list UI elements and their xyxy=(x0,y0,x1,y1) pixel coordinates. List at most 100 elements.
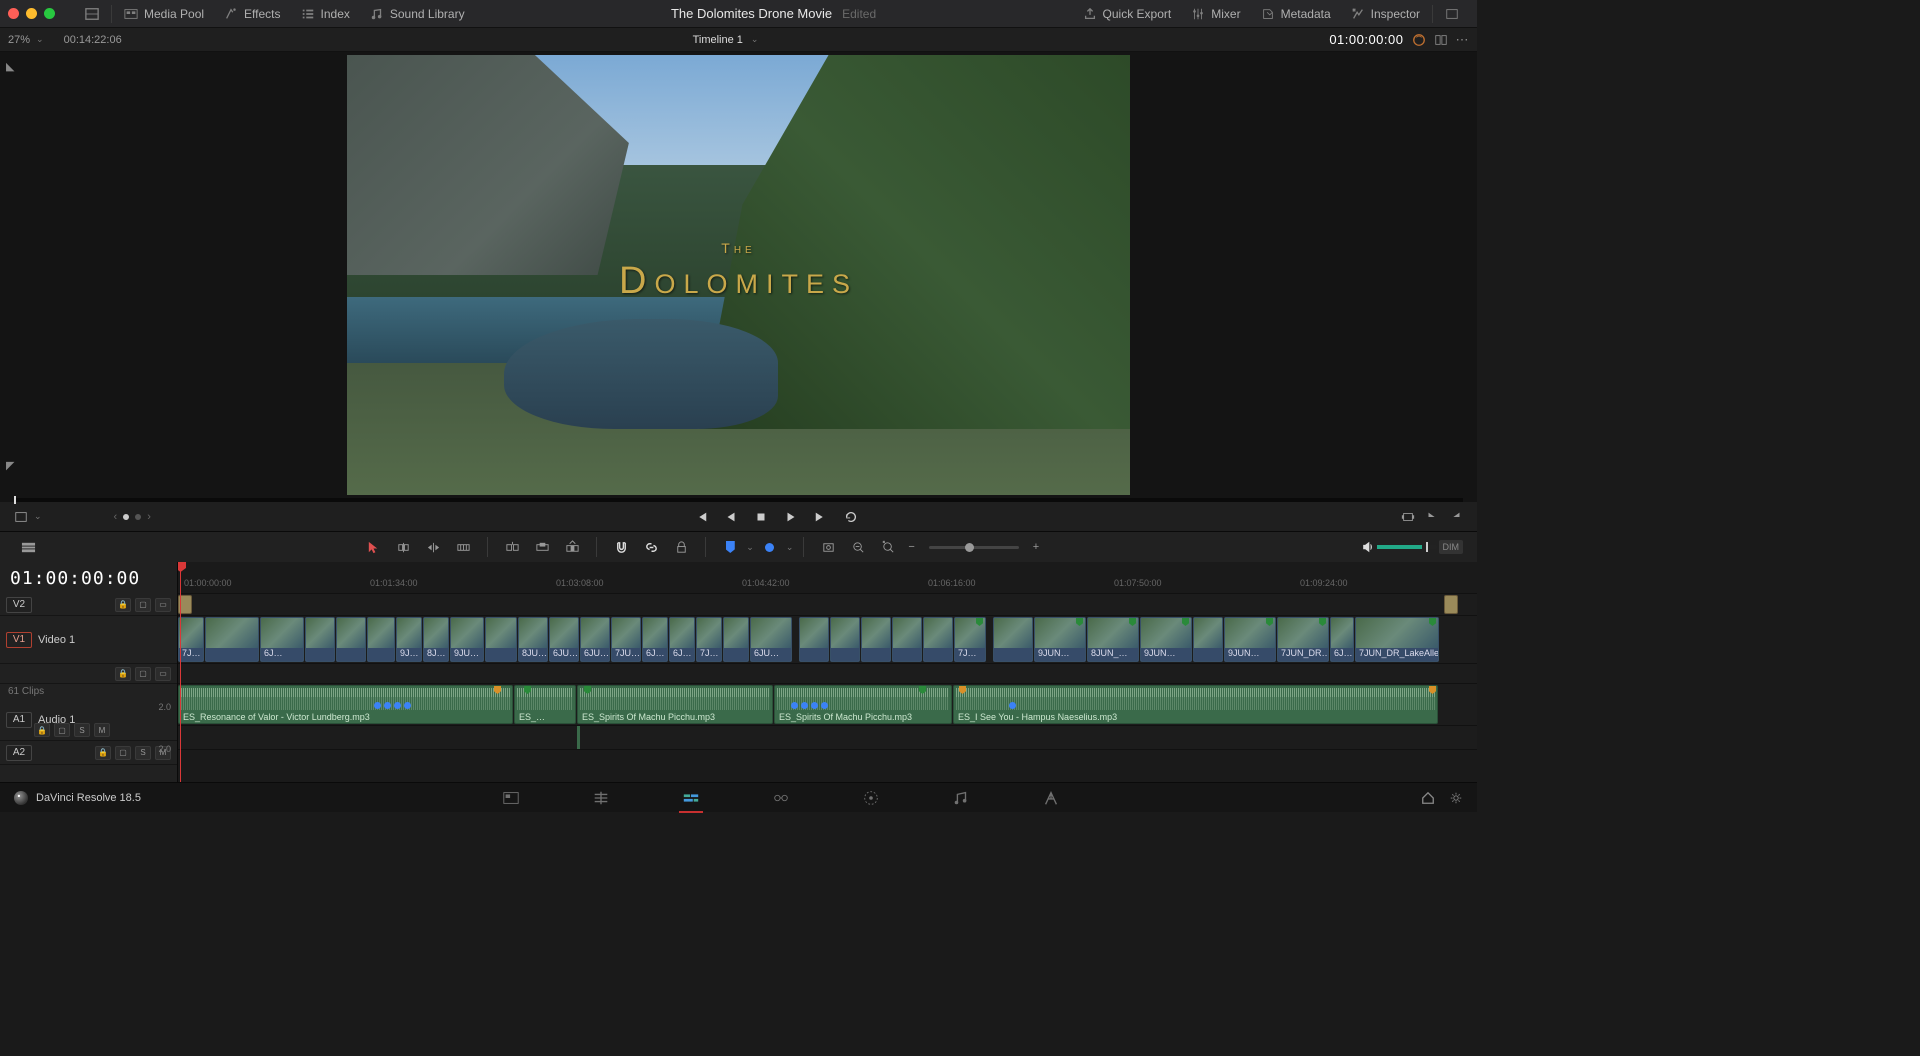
video-clip[interactable] xyxy=(367,617,395,662)
video-clip[interactable] xyxy=(830,617,860,662)
video-clip[interactable] xyxy=(485,617,517,662)
project-settings-icon[interactable] xyxy=(1449,791,1463,805)
track-v2[interactable] xyxy=(178,594,1477,616)
video-clip[interactable]: 7J… xyxy=(696,617,722,662)
metadata-button[interactable]: Metadata xyxy=(1251,3,1341,25)
zoom-slider[interactable] xyxy=(929,546,1019,549)
position-lock-button[interactable] xyxy=(667,536,695,558)
record-timecode[interactable]: 01:00:00:00 xyxy=(1329,32,1403,47)
disable-track-icon[interactable]: ▭ xyxy=(155,667,171,681)
last-frame-button[interactable] xyxy=(814,510,828,524)
reverse-button[interactable] xyxy=(724,510,738,524)
match-frame-icon[interactable] xyxy=(1401,510,1415,524)
layout-preset-button[interactable] xyxy=(75,3,109,25)
solo-button[interactable]: S xyxy=(74,723,90,737)
video-clip[interactable]: 6JU… xyxy=(549,617,579,662)
track-subheader-v1[interactable]: 🔒 ▢ ▭ xyxy=(0,664,177,684)
snapping-button[interactable] xyxy=(607,536,635,558)
overwrite-clip-button[interactable] xyxy=(528,536,556,558)
solo-button[interactable]: S xyxy=(135,746,151,760)
arm-track-icon[interactable]: ▢ xyxy=(115,746,131,760)
full-screen-button[interactable] xyxy=(1435,3,1469,25)
audio-clip[interactable]: ES_Resonance of Valor - Victor Lundberg.… xyxy=(178,685,513,724)
image-wipe-icon[interactable] xyxy=(14,510,28,524)
video-clip[interactable] xyxy=(1193,617,1223,662)
video-clip[interactable]: 7J… xyxy=(954,617,986,662)
auto-select-icon[interactable]: ▢ xyxy=(135,667,151,681)
video-clip[interactable]: 8JUN_… xyxy=(1087,617,1139,662)
audio-clip[interactable]: ES_Spirits Of Machu Picchu.mp3 xyxy=(774,685,952,724)
video-clip[interactable] xyxy=(923,617,953,662)
video-clip[interactable]: 7JU… xyxy=(611,617,641,662)
fairlight-page-tab[interactable] xyxy=(941,783,981,813)
video-clip[interactable]: 6J… xyxy=(669,617,695,662)
scrub-position[interactable] xyxy=(14,496,16,504)
auto-select-icon[interactable]: ▢ xyxy=(135,598,151,612)
blade-tool-button[interactable] xyxy=(449,536,477,558)
track-v1-sub[interactable] xyxy=(178,664,1477,684)
track-header-a2[interactable]: A2 🔒▢SM 2.0 xyxy=(0,741,177,765)
marker-button[interactable] xyxy=(756,536,784,558)
timeline-view-options-button[interactable] xyxy=(14,536,42,558)
bypass-grades-icon[interactable] xyxy=(1412,33,1426,47)
match-frame-out-icon[interactable]: ◣ xyxy=(6,60,14,73)
more-options-icon[interactable]: ⋯ xyxy=(1456,32,1470,48)
audio-clip[interactable]: ES_… xyxy=(514,685,576,724)
video-clip[interactable] xyxy=(205,617,259,662)
first-frame-button[interactable] xyxy=(694,510,708,524)
dim-button[interactable]: DIM xyxy=(1439,540,1464,554)
video-clip[interactable]: 9JUN… xyxy=(1034,617,1086,662)
timeline-timecode[interactable]: 01:00:00:00 xyxy=(0,562,177,594)
track-tag-a1[interactable]: A1 xyxy=(6,712,32,728)
chevron-down-icon[interactable]: ⌄ xyxy=(786,542,794,553)
disable-track-icon[interactable]: ▭ xyxy=(155,598,171,612)
video-clip[interactable]: 8J… xyxy=(423,617,449,662)
zoom-level[interactable]: 27% xyxy=(8,34,30,46)
close-window-icon[interactable] xyxy=(8,8,19,19)
mark-in-icon[interactable] xyxy=(1425,510,1439,524)
video-clip[interactable] xyxy=(723,617,749,662)
edit-page-tab[interactable] xyxy=(671,783,711,813)
track-header-v1[interactable]: V1 Video 1 xyxy=(0,616,177,664)
arm-track-icon[interactable]: ▢ xyxy=(54,723,70,737)
prev-arrow-icon[interactable]: ‹ xyxy=(114,511,118,523)
video-clip[interactable] xyxy=(305,617,335,662)
maximize-window-icon[interactable] xyxy=(44,8,55,19)
color-page-tab[interactable] xyxy=(851,783,891,813)
timeline-ruler[interactable]: 01:00:00:0001:01:34:0001:03:08:0001:04:4… xyxy=(178,562,1477,594)
detail-zoom-button[interactable] xyxy=(844,536,872,558)
flag-button[interactable] xyxy=(716,536,744,558)
audio-clip-fragment[interactable] xyxy=(577,726,580,749)
track-a2[interactable] xyxy=(178,726,1477,750)
chevron-down-icon[interactable]: ⌄ xyxy=(746,542,754,553)
selection-tool-button[interactable] xyxy=(359,536,387,558)
media-page-tab[interactable] xyxy=(491,783,531,813)
video-clip[interactable]: 8JU… xyxy=(518,617,548,662)
video-clip[interactable]: 6J… xyxy=(642,617,668,662)
quick-export-button[interactable]: Quick Export xyxy=(1073,3,1182,25)
trim-tool-button[interactable] xyxy=(389,536,417,558)
track-a1[interactable]: ES_Resonance of Valor - Victor Lundberg.… xyxy=(178,684,1477,726)
track-tag-v2[interactable]: V2 xyxy=(6,597,32,613)
video-clip[interactable]: 6J… xyxy=(1330,617,1354,662)
video-clip[interactable] xyxy=(861,617,891,662)
audio-clip[interactable]: ES_Spirits Of Machu Picchu.mp3 xyxy=(577,685,773,724)
lock-track-icon[interactable]: 🔒 xyxy=(115,667,131,681)
zoom-in-button[interactable]: + xyxy=(1029,541,1043,553)
video-clip[interactable]: 7J… xyxy=(178,617,204,662)
deliver-page-tab[interactable] xyxy=(1031,783,1071,813)
loop-button[interactable] xyxy=(844,510,858,524)
monitor-volume-icon[interactable] xyxy=(1361,540,1375,554)
title-clip[interactable] xyxy=(1444,595,1458,614)
zoom-slider-thumb[interactable] xyxy=(965,543,974,552)
source-timecode[interactable]: 00:14:22:06 xyxy=(64,34,122,46)
lock-track-icon[interactable]: 🔒 xyxy=(34,723,50,737)
video-clip[interactable]: 7JUN_DR… xyxy=(1277,617,1329,662)
mixer-button[interactable]: Mixer xyxy=(1181,3,1250,25)
viewer-scrub-bar[interactable] xyxy=(14,498,1463,502)
link-button[interactable] xyxy=(637,536,665,558)
video-clip[interactable] xyxy=(799,617,829,662)
video-clip[interactable] xyxy=(993,617,1033,662)
viewer-canvas[interactable]: The Dolomites xyxy=(0,52,1477,498)
video-clip[interactable]: 9JUN… xyxy=(1140,617,1192,662)
